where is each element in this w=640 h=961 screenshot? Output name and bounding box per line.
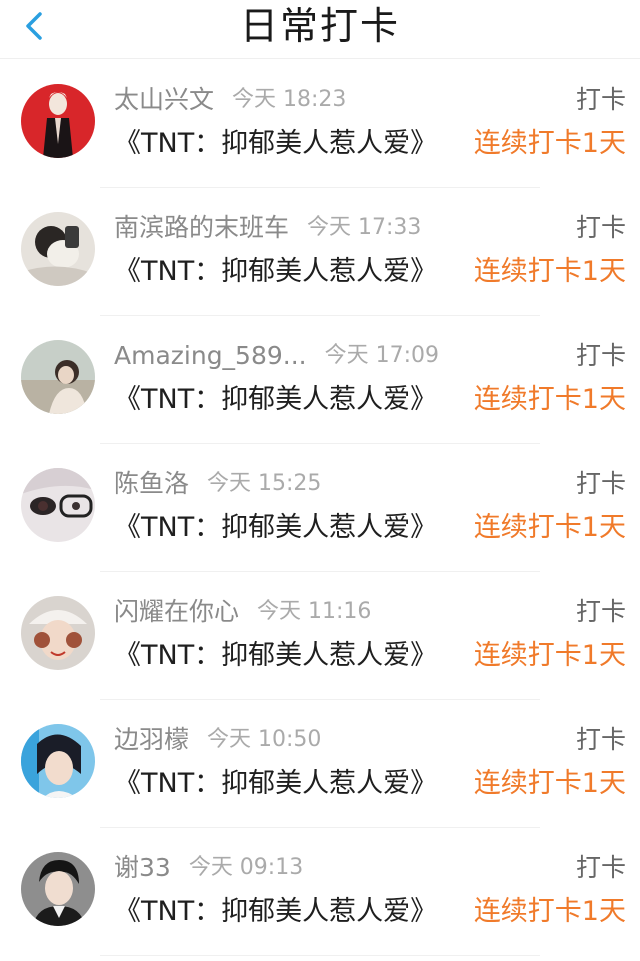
item-meta: 谢33 今天 09:13 bbox=[114, 850, 303, 886]
streak-label: 连续打卡1天 bbox=[473, 384, 626, 415]
book-title[interactable]: 《TNT：抑郁美人惹人爱》 bbox=[114, 252, 437, 292]
checkin-item[interactable]: 南滨路的末班车 今天 17:33 打卡 《TNT：抑郁美人惹人爱》 连续打卡1天 bbox=[0, 188, 640, 316]
streak-label: 连续打卡1天 bbox=[473, 128, 626, 159]
streak-label: 连续打卡1天 bbox=[473, 256, 626, 287]
checkin-action-label: 打卡 bbox=[575, 213, 626, 242]
user-name[interactable]: 闪耀在你心 bbox=[114, 594, 239, 630]
checkin-action-label: 打卡 bbox=[575, 853, 626, 882]
item-meta: 太山兴文 今天 18:23 bbox=[114, 82, 346, 118]
item-meta: 陈鱼洛 今天 15:25 bbox=[114, 466, 321, 502]
avatar[interactable] bbox=[21, 340, 95, 414]
checkin-time: 今天 15:25 bbox=[207, 471, 322, 496]
checkin-item[interactable]: Amazing_589... 今天 17:09 打卡 《TNT：抑郁美人惹人爱》 … bbox=[0, 316, 640, 444]
book-title[interactable]: 《TNT：抑郁美人惹人爱》 bbox=[114, 508, 437, 548]
checkin-action-label: 打卡 bbox=[575, 85, 626, 114]
checkin-time: 今天 10:50 bbox=[207, 727, 322, 752]
checkin-item[interactable]: 谢33 今天 09:13 打卡 《TNT：抑郁美人惹人爱》 连续打卡1天 bbox=[0, 828, 640, 956]
avatar[interactable] bbox=[21, 724, 95, 798]
book-title[interactable]: 《TNT：抑郁美人惹人爱》 bbox=[114, 764, 437, 804]
checkin-action-label: 打卡 bbox=[575, 341, 626, 370]
streak-label: 连续打卡1天 bbox=[473, 896, 626, 927]
user-name[interactable]: 谢33 bbox=[114, 850, 171, 886]
checkin-time: 今天 11:16 bbox=[257, 599, 372, 624]
item-meta: 边羽檬 今天 10:50 bbox=[114, 722, 321, 758]
item-meta: 闪耀在你心 今天 11:16 bbox=[114, 594, 371, 630]
page-title: 日常打卡 bbox=[239, 4, 400, 48]
user-name[interactable]: 陈鱼洛 bbox=[114, 466, 189, 502]
streak-label: 连续打卡1天 bbox=[473, 640, 626, 671]
checkin-action-label: 打卡 bbox=[575, 597, 626, 626]
user-name[interactable]: 南滨路的末班车 bbox=[114, 210, 289, 246]
item-meta: 南滨路的末班车 今天 17:33 bbox=[114, 210, 421, 246]
top-bar: 日常打卡 bbox=[0, 0, 640, 59]
checkin-item[interactable]: 闪耀在你心 今天 11:16 打卡 《TNT：抑郁美人惹人爱》 连续打卡1天 bbox=[0, 572, 640, 700]
checkin-item[interactable]: 陈鱼洛 今天 15:25 打卡 《TNT：抑郁美人惹人爱》 连续打卡1天 bbox=[0, 444, 640, 572]
checkin-time: 今天 17:09 bbox=[324, 343, 440, 368]
checkin-action-label: 打卡 bbox=[575, 725, 626, 754]
streak-label: 连续打卡1天 bbox=[473, 512, 626, 543]
checkin-list: 太山兴文 今天 18:23 打卡 《TNT：抑郁美人惹人爱》 连续打卡1天 南滨路… bbox=[0, 60, 640, 956]
divider bbox=[100, 955, 540, 956]
book-title[interactable]: 《TNT：抑郁美人惹人爱》 bbox=[114, 380, 437, 420]
avatar[interactable] bbox=[21, 212, 95, 286]
checkin-item[interactable]: 太山兴文 今天 18:23 打卡 《TNT：抑郁美人惹人爱》 连续打卡1天 bbox=[0, 60, 640, 188]
user-name[interactable]: Amazing_589... bbox=[114, 338, 307, 374]
checkin-item[interactable]: 边羽檬 今天 10:50 打卡 《TNT：抑郁美人惹人爱》 连续打卡1天 bbox=[0, 700, 640, 828]
book-title[interactable]: 《TNT：抑郁美人惹人爱》 bbox=[114, 636, 437, 676]
avatar[interactable] bbox=[21, 596, 95, 670]
user-name[interactable]: 太山兴文 bbox=[114, 82, 214, 118]
checkin-time: 今天 09:13 bbox=[188, 855, 304, 880]
checkin-time: 今天 18:23 bbox=[232, 87, 347, 112]
book-title[interactable]: 《TNT：抑郁美人惹人爱》 bbox=[114, 124, 437, 164]
streak-label: 连续打卡1天 bbox=[473, 768, 626, 799]
user-name[interactable]: 边羽檬 bbox=[114, 722, 189, 758]
book-title[interactable]: 《TNT：抑郁美人惹人爱》 bbox=[114, 892, 437, 932]
avatar[interactable] bbox=[21, 852, 95, 926]
avatar[interactable] bbox=[21, 468, 95, 542]
checkin-action-label: 打卡 bbox=[575, 469, 626, 498]
item-meta: Amazing_589... 今天 17:09 bbox=[114, 338, 439, 374]
checkin-time: 今天 17:33 bbox=[307, 215, 422, 240]
avatar[interactable] bbox=[21, 84, 95, 158]
